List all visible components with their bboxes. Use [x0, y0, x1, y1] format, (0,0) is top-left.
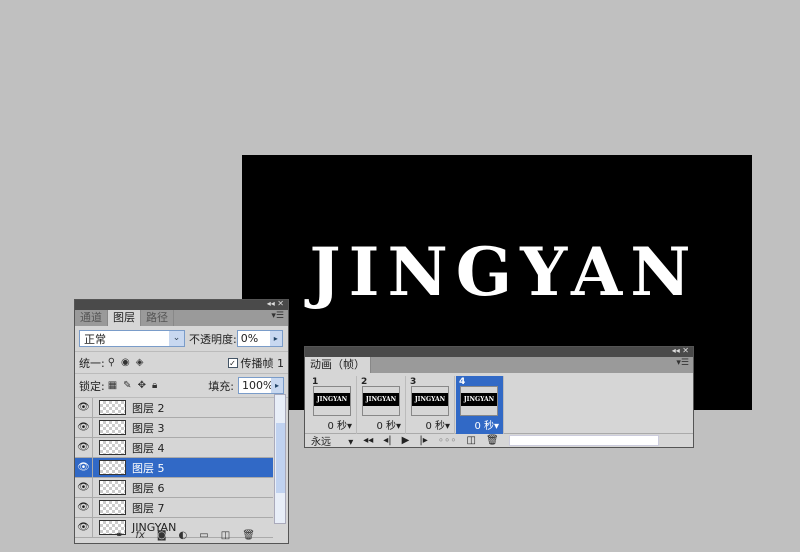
canvas-text: JINGYAN	[309, 233, 699, 311]
eye-icon[interactable]: 👁︎	[75, 397, 93, 418]
lock-all-icon[interactable]: 🔒︎	[152, 380, 157, 391]
layer-name: 图层 4	[132, 441, 165, 455]
panel-menu-icon[interactable]: ▾☰	[271, 311, 284, 321]
fill-value: 100%	[242, 379, 274, 392]
frames-scrollbar[interactable]	[508, 435, 659, 446]
next-frame-icon[interactable]: |▸	[419, 435, 427, 446]
duplicate-frame-icon[interactable]: ◫	[467, 435, 476, 446]
layer-row[interactable]: 👁︎ 图层 6	[75, 477, 273, 498]
unify-position-icon[interactable]: ⚲	[108, 357, 115, 368]
arrow-right-icon[interactable]: ▸	[269, 331, 282, 346]
frame-thumbnail: JINGYAN	[362, 386, 400, 416]
frame-list: 1 JINGYAN 0 秒▾ 2 JINGYAN 0 秒▾ 3 JINGYAN 0 秒▾ 4 JIN…	[305, 373, 693, 434]
trash-icon[interactable]: 🗑︎	[242, 530, 255, 541]
link-layers-icon[interactable]: ⚭	[115, 530, 123, 541]
trash-icon[interactable]: 🗑︎	[486, 435, 499, 446]
animation-frame[interactable]: 3 JINGYAN 0 秒▾	[407, 376, 455, 434]
chevron-down-icon: ▾	[348, 437, 354, 448]
tab-paths[interactable]: 路径	[141, 310, 174, 326]
first-frame-icon[interactable]: ◂◂	[363, 435, 373, 446]
frame-thumbnail: JINGYAN	[411, 386, 449, 416]
eye-icon[interactable]: 👁︎	[75, 517, 93, 538]
eye-icon[interactable]: 👁︎	[75, 477, 93, 498]
arrow-right-icon[interactable]: ▸	[271, 378, 283, 393]
layer-thumbnail	[99, 460, 126, 475]
layer-name: 图层 6	[132, 481, 165, 495]
play-icon[interactable]: ▶	[402, 435, 410, 446]
eye-icon[interactable]: 👁︎	[75, 497, 93, 518]
frame-delay[interactable]: 0 秒▾	[425, 417, 450, 432]
adjustment-layer-icon[interactable]: ◐	[179, 530, 188, 541]
tab-animation[interactable]: 动画（帧）	[305, 357, 371, 373]
animation-frame[interactable]: 1 JINGYAN 0 秒▾	[309, 376, 357, 434]
panel-titlebar[interactable]: ◂◂ ✕	[75, 299, 288, 310]
lock-transparency-icon[interactable]: ▦	[108, 380, 117, 391]
opacity-input[interactable]: 0% ▸	[236, 330, 283, 347]
layer-thumbnail	[99, 400, 126, 415]
collapse-close-icon[interactable]: ◂◂ ✕	[672, 346, 689, 355]
layer-thumbnail	[99, 420, 126, 435]
propagate-label: 传播帧 1	[240, 356, 285, 370]
frame-thumbnail-text: JINGYAN	[461, 393, 497, 406]
layer-row[interactable]: 👁︎ 图层 5	[75, 457, 273, 478]
eye-icon[interactable]: 👁︎	[75, 437, 93, 458]
collapse-close-icon[interactable]: ◂◂ ✕	[267, 299, 284, 308]
unify-label: 统一:	[79, 356, 105, 370]
layer-row[interactable]: 👁︎ 图层 7	[75, 497, 273, 518]
frame-thumbnail-text: JINGYAN	[412, 393, 448, 406]
layer-row[interactable]: 👁︎ 图层 2	[75, 397, 273, 418]
unify-visibility-icon[interactable]: ◉	[121, 357, 130, 368]
layer-row[interactable]: 👁︎ 图层 4	[75, 437, 273, 458]
frame-delay[interactable]: 0 秒▾	[474, 417, 499, 432]
chevron-down-icon: ⌄	[169, 331, 184, 346]
layer-thumbnail	[99, 480, 126, 495]
fx-icon[interactable]: fx	[135, 530, 144, 541]
tween-icon[interactable]: ∘∘∘	[438, 435, 457, 446]
opacity-value: 0%	[240, 332, 259, 345]
propagate-checkbox[interactable]: ✓	[227, 357, 238, 368]
animation-frame[interactable]: 4 JINGYAN 0 秒▾	[456, 376, 504, 434]
loop-select[interactable]: 永远 ▾	[311, 433, 353, 448]
fill-label: 填充:	[208, 379, 234, 393]
layer-thumbnail	[99, 500, 126, 515]
layers-panel: ◂◂ ✕ 通道 图层 路径 ▾☰ 正常 ⌄ 不透明度: 0% ▸ 统一: ⚲ ◉ ◈…	[74, 299, 289, 544]
layer-thumbnail	[99, 440, 126, 455]
layers-scrollbar[interactable]	[274, 394, 286, 524]
layer-name: 图层 7	[132, 501, 165, 515]
layer-list: 👁︎ 图层 2 👁︎ 图层 3 👁︎ 图层 4 👁︎ 图层 5 👁︎ 图层 6 👁︎ 图层 7 👁︎ JI…	[75, 397, 288, 538]
tab-channels[interactable]: 通道	[75, 310, 108, 326]
frame-delay[interactable]: 0 秒▾	[376, 417, 401, 432]
blend-mode-value: 正常	[84, 332, 106, 346]
frame-delay[interactable]: 0 秒▾	[327, 417, 352, 432]
animation-panel: ◂◂ ✕ 动画（帧） ▾☰ 1 JINGYAN 0 秒▾ 2 JINGYAN 0 秒▾ 3 JI…	[304, 346, 694, 448]
fill-input[interactable]: 100% ▸	[238, 377, 284, 394]
frame-thumbnail: JINGYAN	[313, 386, 351, 416]
panel-titlebar[interactable]: ◂◂ ✕	[305, 346, 693, 357]
layer-row[interactable]: 👁︎ 图层 3	[75, 417, 273, 438]
frame-thumbnail-text: JINGYAN	[314, 393, 350, 406]
lock-brush-icon[interactable]: ✎	[123, 380, 131, 391]
lock-move-icon[interactable]: ✥	[138, 380, 146, 391]
blend-mode-select[interactable]: 正常 ⌄	[79, 330, 185, 347]
frame-thumbnail-text: JINGYAN	[363, 393, 399, 406]
scrollbar-thumb[interactable]	[276, 423, 285, 493]
previous-frame-icon[interactable]: ◂|	[383, 435, 391, 446]
loop-value: 永远	[311, 437, 331, 448]
new-layer-icon[interactable]: ◫	[221, 530, 230, 541]
new-group-icon[interactable]: ▭	[199, 530, 208, 541]
layer-name: 图层 3	[132, 421, 165, 435]
opacity-label: 不透明度:	[189, 332, 237, 346]
eye-icon[interactable]: 👁︎	[75, 417, 93, 438]
layer-name: 图层 2	[132, 401, 165, 415]
layer-name: 图层 5	[132, 461, 165, 475]
layer-mask-icon[interactable]: ◙	[157, 530, 167, 541]
frame-thumbnail: JINGYAN	[460, 386, 498, 416]
tab-layers[interactable]: 图层	[108, 310, 141, 326]
panel-menu-icon[interactable]: ▾☰	[676, 358, 689, 368]
animation-frame[interactable]: 2 JINGYAN 0 秒▾	[358, 376, 406, 434]
eye-icon[interactable]: 👁︎	[75, 457, 93, 478]
unify-style-icon[interactable]: ◈	[136, 357, 144, 368]
lock-label: 锁定:	[79, 379, 105, 393]
